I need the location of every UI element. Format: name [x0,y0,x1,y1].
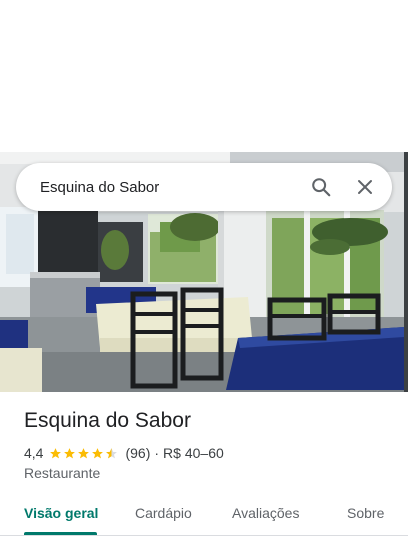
star-icon [64,447,76,458]
search-input[interactable]: Esquina do Sabor [16,179,301,196]
review-count[interactable]: (96) [125,445,150,461]
search-bar[interactable]: Esquina do Sabor [16,163,392,211]
tab-reviews[interactable]: Avaliações [232,505,299,521]
tab-about[interactable]: Sobre [347,505,384,521]
rating-value: 4,4 [24,445,44,461]
star-icon [92,447,104,458]
place-title: Esquina do Sabor [24,409,191,432]
half-star-icon [106,447,118,458]
active-tab-indicator [24,532,97,535]
close-button[interactable] [345,167,385,207]
search-icon [312,178,331,197]
place-tabs: Visão geral Cardápio Avaliações Sobre [0,495,408,536]
place-category: Restaurante [24,465,101,481]
tab-overview[interactable]: Visão geral [24,505,98,521]
star-icon [78,447,90,458]
star-icon [50,447,62,458]
rating-row: 4,4 (96) · R$ 40–60 [24,445,224,461]
tab-menu[interactable]: Cardápio [135,505,192,521]
separator-dot: · [154,445,160,461]
close-icon [358,180,372,194]
photo-edge-divider [404,152,408,392]
rating-stars[interactable] [49,447,119,460]
price-range: R$ 40–60 [163,445,224,461]
search-button[interactable] [301,167,341,207]
